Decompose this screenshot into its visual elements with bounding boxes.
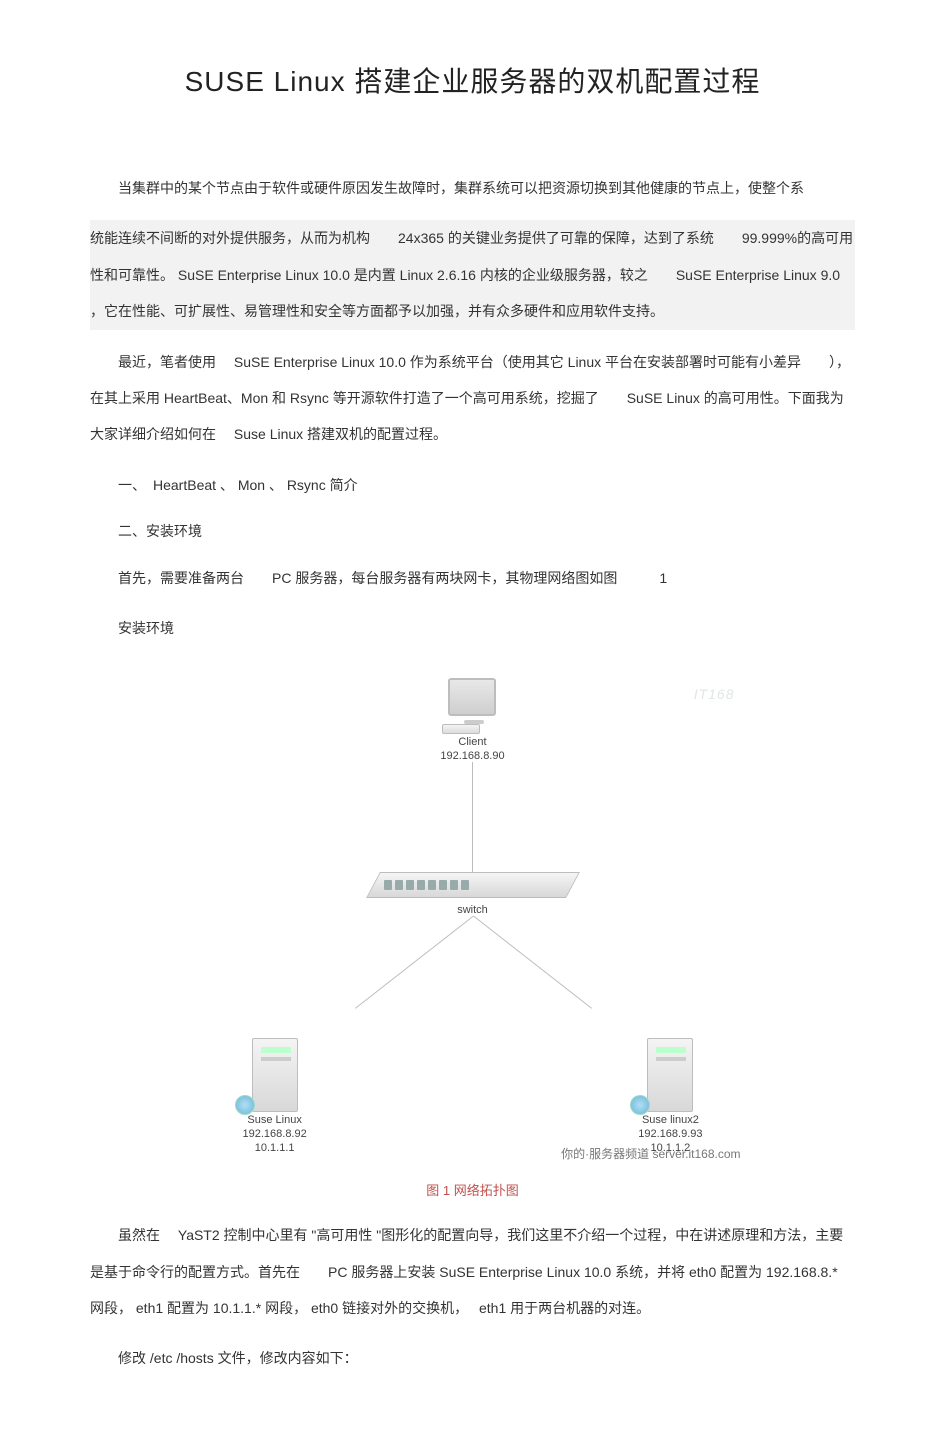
para-env-label: 安装环境 bbox=[90, 610, 855, 646]
monitor-icon bbox=[448, 678, 496, 716]
page-title: SUSE Linux 搭建企业服务器的双机配置过程 bbox=[90, 60, 855, 100]
server-right-name: Suse linux2 bbox=[642, 1114, 699, 1126]
network-diagram: IT168 Client 192.168.8.90 switch Suse Li… bbox=[203, 660, 743, 1168]
intro-paragraph-1: 当集群中的某个节点由于软件或硬件原因发生故障时，集群系统可以把资源切换到其他健康… bbox=[90, 170, 855, 206]
server-left-name: Suse Linux bbox=[247, 1114, 301, 1126]
switch-icon bbox=[366, 872, 580, 898]
watermark-text: IT168 bbox=[694, 686, 735, 702]
para-yast-desc: 虽然在 YaST2 控制中心里有 "高可用性 "图形化的配置向导，我们这里不介绍… bbox=[90, 1217, 855, 1326]
para-hosts-modify: 修改 /etc /hosts 文件，修改内容如下： bbox=[90, 1340, 855, 1376]
intro-line1: 当集群中的某个节点由于软件或硬件原因发生故障时，集群系统可以把资源切换到其他健康… bbox=[118, 180, 804, 196]
server-icon bbox=[647, 1038, 693, 1112]
client-node: Client 192.168.8.90 bbox=[440, 678, 504, 762]
branch-lines bbox=[263, 916, 683, 1046]
para-prepare-servers: 首先，需要准备两台 PC 服务器，每台服务器有两块网卡，其物理网络图如图 1 bbox=[90, 560, 855, 596]
disk-icon bbox=[630, 1095, 650, 1115]
keyboard-icon bbox=[442, 724, 480, 734]
server-left-ip1: 192.168.8.92 bbox=[243, 1128, 307, 1140]
section-2-heading: 二、安装环境 bbox=[90, 513, 855, 549]
server-left: Suse Linux 192.168.8.92 10.1.1.1 bbox=[243, 1038, 307, 1154]
watermark-footer: 你的·服务器频道 server.it168.com bbox=[561, 1145, 740, 1162]
section-1-heading: 一、 HeartBeat 、 Mon 、 Rsync 简介 bbox=[90, 467, 855, 503]
figure-caption: 图 1 网络拓扑图 bbox=[90, 1180, 855, 1199]
server-left-ip2: 10.1.1.1 bbox=[255, 1142, 295, 1154]
client-label: Client bbox=[458, 736, 486, 748]
intro-paragraph-1b: 统能连续不间断的对外提供服务，从而为机构 24x365 的关键业务提供了可靠的保… bbox=[90, 220, 855, 329]
switch-node: switch bbox=[373, 872, 573, 916]
server-icon bbox=[252, 1038, 298, 1112]
disk-icon bbox=[235, 1095, 255, 1115]
server-right: Suse linux2 192.168.9.93 10.1.1.2 bbox=[638, 1038, 702, 1154]
server-right-ip1: 192.168.9.93 bbox=[638, 1128, 702, 1140]
client-ip: 192.168.8.90 bbox=[440, 750, 504, 762]
connector-line bbox=[472, 762, 473, 872]
intro-paragraph-2: 最近，笔者使用 SuSE Enterprise Linux 10.0 作为系统平… bbox=[90, 344, 855, 453]
